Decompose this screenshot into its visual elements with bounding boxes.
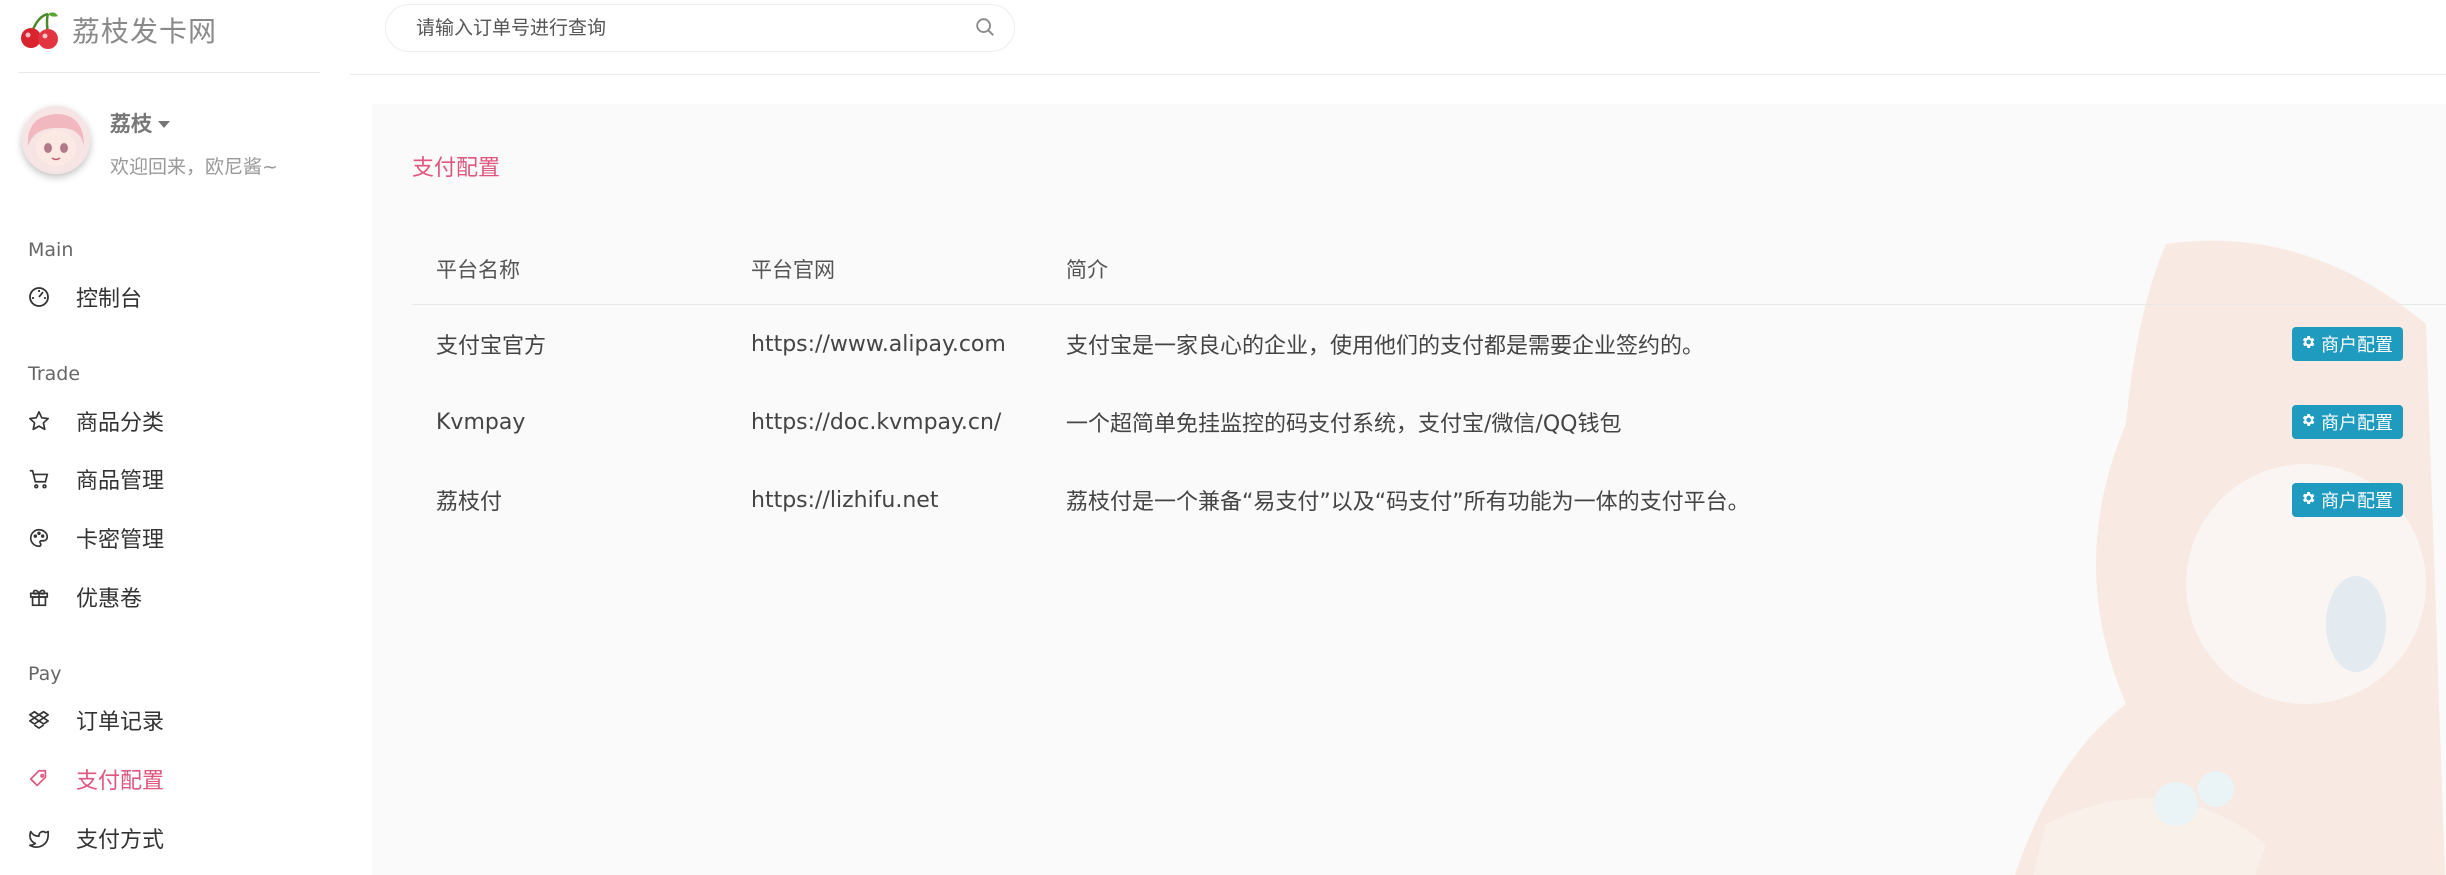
merchant-config-label: 商户配置 <box>2321 335 2393 356</box>
sidebar-item-orders[interactable]: 订单记录 <box>26 700 164 740</box>
user-profile: 荔枝 欢迎回来，欧尼酱~ <box>22 106 278 179</box>
platform-name: Kvmpay <box>436 409 526 435</box>
gift-icon <box>26 584 52 610</box>
sidebar-item-label: 卡密管理 <box>76 528 165 553</box>
dashboard-icon <box>26 284 52 310</box>
page-title: 支付配置 <box>412 156 501 181</box>
cherry-icon <box>18 8 62 52</box>
nav-section-main: Main <box>28 239 74 261</box>
platform-desc: 支付宝是一家良心的企业，使用他们的支付都是需要企业签约的。 <box>1066 334 1705 359</box>
column-header-desc: 简介 <box>1066 258 1108 282</box>
brand-divider <box>18 72 320 73</box>
twitter-icon <box>26 825 52 851</box>
search-icon[interactable] <box>974 16 996 42</box>
user-name: 荔枝 <box>110 112 152 136</box>
merchant-config-button[interactable]: 商户配置 <box>2292 405 2403 439</box>
cart-icon <box>26 466 52 492</box>
table-header: 平台名称 平台官网 简介 <box>412 234 2446 305</box>
sidebar-item-label: 支付方式 <box>76 828 165 853</box>
search-input[interactable] <box>414 16 958 40</box>
sidebar-item-coupons[interactable]: 优惠卷 <box>26 577 142 617</box>
caret-down-icon <box>158 120 170 128</box>
sidebar-item-cards[interactable]: 卡密管理 <box>26 518 164 558</box>
merchant-config-label: 商户配置 <box>2321 491 2393 512</box>
sidebar-item-dashboard[interactable]: 控制台 <box>26 277 142 317</box>
platform-name: 荔枝付 <box>436 490 503 515</box>
platform-desc: 一个超简单免挂监控的码支付系统，支付宝/微信/QQ钱包 <box>1066 412 1622 437</box>
main-content: 支付配置 平台名称 平台官网 简介 支付宝官方 https://www.alip… <box>372 104 2446 875</box>
top-divider <box>350 74 2446 75</box>
sidebar: 荔枝发卡网 荔枝 欢迎回来，欧尼酱~ Main 控制台 Trade 商品分类 商… <box>0 0 340 875</box>
sidebar-item-categories[interactable]: 商品分类 <box>26 401 164 441</box>
nav-section-trade: Trade <box>28 363 81 385</box>
sidebar-item-label: 优惠卷 <box>76 587 143 612</box>
platform-site: https://lizhifu.net <box>751 487 939 513</box>
table-row: 支付宝官方 https://www.alipay.com 支付宝是一家良心的企业… <box>412 305 2446 383</box>
avatar[interactable] <box>22 106 90 174</box>
search-box <box>385 4 1015 52</box>
tag-icon <box>26 766 52 792</box>
merchant-config-button[interactable]: 商户配置 <box>2292 327 2403 361</box>
sidebar-item-label: 支付配置 <box>76 769 165 794</box>
table-row: Kvmpay https://doc.kvmpay.cn/ 一个超简单免挂监控的… <box>412 383 2446 461</box>
sidebar-item-pay-config[interactable]: 支付配置 <box>26 759 164 799</box>
sidebar-item-label: 控制台 <box>76 287 143 312</box>
sidebar-item-pay-methods[interactable]: 支付方式 <box>26 818 164 858</box>
column-header-site: 平台官网 <box>751 258 835 282</box>
brand[interactable]: 荔枝发卡网 <box>18 8 217 52</box>
merchant-config-label: 商户配置 <box>2321 413 2393 434</box>
palette-icon <box>26 525 52 551</box>
sidebar-item-products[interactable]: 商品管理 <box>26 459 164 499</box>
user-greeting: 欢迎回来，欧尼酱~ <box>110 156 278 178</box>
gear-icon <box>2300 490 2316 511</box>
user-name-dropdown[interactable]: 荔枝 <box>110 108 278 138</box>
platform-name: 支付宝官方 <box>436 334 547 359</box>
sidebar-item-label: 商品管理 <box>76 469 165 494</box>
gear-icon <box>2300 412 2316 433</box>
platform-site: https://www.alipay.com <box>751 331 1006 357</box>
platform-site: https://doc.kvmpay.cn/ <box>751 409 1002 435</box>
sidebar-item-label: 商品分类 <box>76 411 165 436</box>
column-header-name: 平台名称 <box>436 258 520 282</box>
sidebar-item-label: 订单记录 <box>76 710 165 735</box>
star-icon <box>26 408 52 434</box>
dropbox-icon <box>26 707 52 733</box>
payment-platform-table: 平台名称 平台官网 简介 支付宝官方 https://www.alipay.co… <box>412 234 2446 539</box>
platform-desc: 荔枝付是一个兼备“易支付”以及“码支付”所有功能为一体的支付平台。 <box>1066 490 1750 515</box>
topbar <box>340 0 2446 74</box>
nav-section-pay: Pay <box>28 663 62 685</box>
table-row: 荔枝付 https://lizhifu.net 荔枝付是一个兼备“易支付”以及“… <box>412 461 2446 539</box>
brand-title: 荔枝发卡网 <box>72 15 218 48</box>
merchant-config-button[interactable]: 商户配置 <box>2292 483 2403 517</box>
gear-icon <box>2300 334 2316 355</box>
